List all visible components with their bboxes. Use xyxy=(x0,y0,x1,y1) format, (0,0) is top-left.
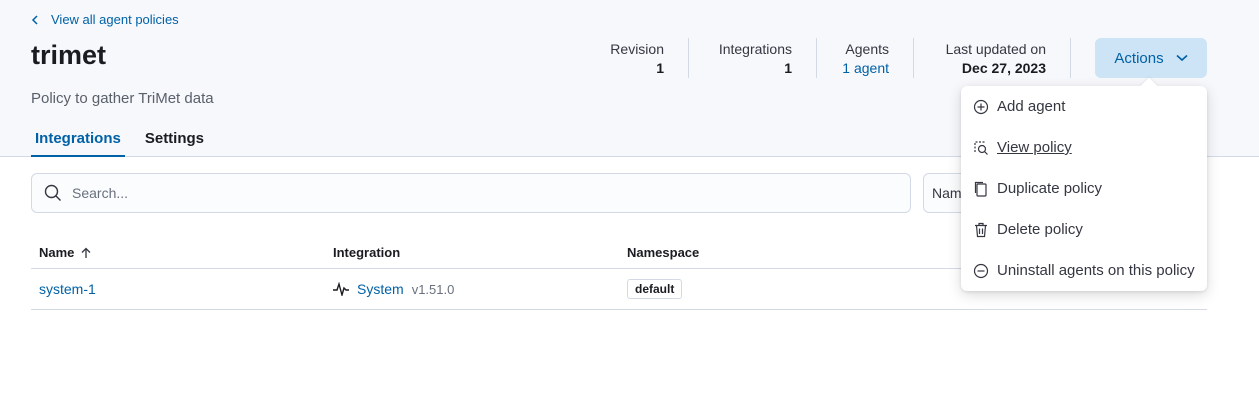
integration-link[interactable]: System xyxy=(357,281,404,297)
column-header-namespace[interactable]: Namespace xyxy=(627,245,699,260)
integration-cell: System v1.51.0 xyxy=(333,281,454,297)
search-box[interactable] xyxy=(31,173,911,213)
actions-menu: Add agent View policy Duplicate policy D… xyxy=(961,77,1207,291)
revision-label: Revision xyxy=(610,41,664,57)
search-input[interactable] xyxy=(72,185,872,201)
sort-ascending-icon xyxy=(80,247,92,259)
search-icon xyxy=(44,184,62,202)
agents-label: Agents xyxy=(845,41,889,57)
column-header-integration[interactable]: Integration xyxy=(333,245,400,260)
namespace-badge: default xyxy=(627,279,683,299)
policy-description: Policy to gather TriMet data xyxy=(31,90,214,107)
policy-tabs: Integrations Settings xyxy=(31,120,224,157)
last-updated-stat: Last updated on Dec 27, 2023 xyxy=(934,41,1046,76)
stat-divider xyxy=(816,38,817,78)
last-updated-label: Last updated on xyxy=(945,41,1046,57)
trash-icon xyxy=(973,222,989,238)
stat-divider xyxy=(688,38,689,78)
actions-button[interactable]: Actions xyxy=(1095,38,1207,78)
tab-integrations[interactable]: Integrations xyxy=(31,120,125,157)
stat-divider xyxy=(913,38,914,78)
menu-item-delete-policy[interactable]: Delete policy xyxy=(961,209,1207,250)
last-updated-value: Dec 27, 2023 xyxy=(961,60,1046,76)
integration-name-link[interactable]: system-1 xyxy=(39,281,96,297)
column-header-label: Name xyxy=(39,245,75,260)
integrations-label: Integrations xyxy=(718,41,792,57)
stat-divider xyxy=(1070,38,1071,78)
agents-count-link[interactable]: 1 agent xyxy=(838,60,889,76)
integration-version: v1.51.0 xyxy=(411,281,455,297)
menu-item-view-policy[interactable]: View policy xyxy=(961,127,1207,168)
chevron-left-icon xyxy=(31,14,41,25)
integrations-value: 1 xyxy=(784,60,792,76)
tab-settings[interactable]: Settings xyxy=(141,120,208,157)
plus-in-circle-icon xyxy=(973,99,989,115)
namespace-cell: default xyxy=(627,279,683,299)
menu-item-label: Uninstall agents on this policy xyxy=(997,262,1195,279)
integrations-stat: Integrations 1 xyxy=(708,41,792,76)
menu-item-uninstall-agents[interactable]: Uninstall agents on this policy xyxy=(961,250,1207,291)
revision-stat: Revision 1 xyxy=(608,41,664,76)
chevron-down-icon xyxy=(1176,54,1188,62)
column-header-name[interactable]: Name xyxy=(39,245,92,260)
menu-item-label: Duplicate policy xyxy=(997,180,1103,197)
menu-item-label: Delete policy xyxy=(997,221,1083,238)
actions-label: Actions xyxy=(1114,49,1164,67)
agents-stat: Agents 1 agent xyxy=(838,41,889,76)
menu-item-duplicate-policy[interactable]: Duplicate policy xyxy=(961,168,1207,209)
menu-item-label: Add agent xyxy=(997,98,1066,115)
copy-icon xyxy=(973,181,989,197)
back-link-label: View all agent policies xyxy=(51,12,179,27)
inspect-icon xyxy=(973,140,989,156)
minus-in-circle-icon xyxy=(973,263,989,279)
page-title: trimet xyxy=(31,40,107,70)
menu-item-add-agent[interactable]: Add agent xyxy=(961,86,1207,127)
heartbeat-icon xyxy=(333,282,349,296)
revision-value: 1 xyxy=(656,60,664,76)
back-to-policies-link[interactable]: View all agent policies xyxy=(31,12,179,27)
menu-item-label: View policy xyxy=(997,139,1072,156)
